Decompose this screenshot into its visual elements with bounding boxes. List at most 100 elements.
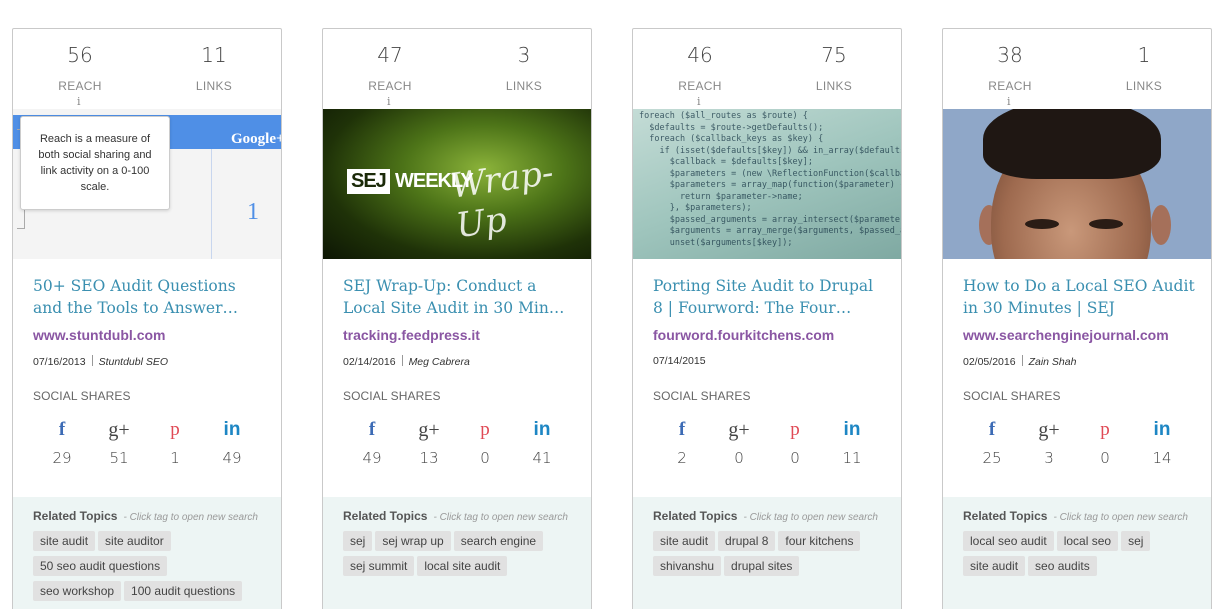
links-stat: 75 LINKS	[779, 29, 889, 93]
article-domain-link[interactable]: www.stuntdubl.com	[33, 327, 265, 343]
pinterest-count: 1	[170, 449, 180, 467]
linkedin-icon: in	[223, 419, 241, 440]
facebook-share[interactable]: f 49	[352, 419, 392, 467]
topic-tag[interactable]: drupal 8	[718, 531, 776, 551]
result-card: 47 REACH 3 LINKS i SEJ WEEKLY Wrap-Up SE…	[322, 28, 592, 609]
linkedin-icon: in	[533, 419, 551, 440]
facebook-icon: f	[678, 419, 686, 440]
linkedin-icon: in	[843, 419, 861, 440]
article-domain-link[interactable]: www.searchenginejournal.com	[963, 327, 1195, 343]
links-value: 1	[1137, 43, 1151, 67]
googleplus-count: 3	[1044, 449, 1054, 467]
article-domain-link[interactable]: tracking.feedpress.it	[343, 327, 575, 343]
article-meta: 07/16/2013 Stuntdubl SEO	[33, 355, 265, 369]
topic-tag[interactable]: four kitchens	[778, 531, 861, 551]
meta-separator	[401, 355, 403, 366]
linkedin-count: 11	[842, 449, 862, 467]
links-stat: 11 LINKS	[159, 29, 269, 93]
article-date: 07/16/2013	[33, 356, 86, 368]
related-topics: Related Topics - Click tag to open new se…	[13, 497, 281, 609]
facebook-share[interactable]: f 29	[42, 419, 82, 467]
topic-tag[interactable]: 50 seo audit questions	[33, 556, 168, 576]
pinterest-share[interactable]: p0	[775, 419, 815, 467]
social-shares: f2 g+ 0 p0 in 11	[633, 419, 901, 479]
googleplus-share[interactable]: g+ 0	[719, 419, 759, 467]
reach-label: REACH	[58, 79, 102, 93]
article-title-link[interactable]: SEJ Wrap-Up: Conduct a Local Site Audit …	[343, 275, 575, 319]
card-body: Porting Site Audit to Drupal 8 | Fourwor…	[653, 275, 885, 403]
facebook-count: 2	[677, 449, 687, 467]
googleplus-count: 13	[419, 449, 439, 467]
links-stat: 1 LINKS	[1089, 29, 1199, 93]
result-card: 38 REACH 1 LINKS i How to Do a Local SEO…	[942, 28, 1212, 609]
facebook-share[interactable]: f2	[662, 419, 702, 467]
topic-tag[interactable]: local seo	[1056, 531, 1119, 551]
topic-tag[interactable]: seo audits	[1028, 556, 1097, 576]
article-thumbnail[interactable]: Google+ 1 Reach is a measure of both soc…	[13, 109, 281, 259]
googleplus-share[interactable]: g+ 51	[99, 419, 139, 467]
article-title-link[interactable]: How to Do a Local SEO Audit in 30 Minute…	[963, 275, 1195, 319]
topic-tag[interactable]: shivanshu	[653, 556, 722, 576]
links-value: 3	[517, 43, 531, 67]
article-thumbnail[interactable]: SEJ WEEKLY Wrap-Up	[323, 109, 591, 259]
googleplus-share[interactable]: g+ 3	[1029, 419, 1069, 467]
related-topics-heading: Related Topics - Click tag to open new se…	[963, 509, 1191, 523]
reach-tooltip: Reach is a measure of both social sharin…	[20, 116, 170, 210]
topic-tag[interactable]: sej summit	[343, 556, 415, 576]
info-icon[interactable]: i	[1007, 95, 1011, 108]
facebook-icon: f	[58, 419, 66, 440]
topic-tag[interactable]: sej wrap up	[375, 531, 451, 551]
topic-tag[interactable]: site audit	[653, 531, 716, 551]
meta-separator	[1021, 355, 1023, 366]
reach-value: 56	[67, 43, 93, 67]
result-card: 56 REACH 11 LINKS i Google+ 1 Reach is a…	[12, 28, 282, 609]
social-shares: f 49 g+ 13 p0 in 41	[323, 419, 591, 479]
topic-tag[interactable]: drupal sites	[724, 556, 800, 576]
related-topics-heading: Related Topics - Click tag to open new se…	[33, 509, 261, 523]
topic-tag[interactable]: seo workshop	[33, 581, 122, 601]
thumbnail-google-text: Google+	[231, 131, 281, 147]
topic-tag[interactable]: site audit	[33, 531, 96, 551]
article-thumbnail[interactable]	[943, 109, 1211, 259]
googleplus-count: 51	[109, 449, 129, 467]
topic-tag[interactable]: 100 audit questions	[124, 581, 243, 601]
related-topics-title: Related Topics	[33, 509, 118, 523]
linkedin-share[interactable]: in 11	[832, 419, 872, 467]
reach-value: 46	[687, 43, 713, 67]
article-title-link[interactable]: 50+ SEO Audit Questions and the Tools to…	[33, 275, 265, 319]
info-icon[interactable]: i	[77, 95, 81, 108]
topic-tag[interactable]: local site audit	[417, 556, 508, 576]
reach-stat: 47 REACH	[335, 29, 445, 93]
linkedin-share[interactable]: in 49	[212, 419, 252, 467]
linkedin-share[interactable]: in 41	[522, 419, 562, 467]
linkedin-share[interactable]: in 14	[1142, 419, 1182, 467]
portrait-eye	[1025, 219, 1059, 229]
card-stats: 46 REACH 75 LINKS i	[633, 29, 901, 109]
topic-tag[interactable]: site audit	[963, 556, 1026, 576]
topic-tag[interactable]: search engine	[453, 531, 544, 551]
article-title-link[interactable]: Porting Site Audit to Drupal 8 | Fourwor…	[653, 275, 885, 319]
googleplus-share[interactable]: g+ 13	[409, 419, 449, 467]
facebook-share[interactable]: f 25	[972, 419, 1012, 467]
links-label: LINKS	[195, 79, 233, 93]
card-body: SEJ Wrap-Up: Conduct a Local Site Audit …	[343, 275, 575, 403]
topic-tag[interactable]: sej	[343, 531, 373, 551]
article-domain-link[interactable]: fourword.fourkitchens.com	[653, 327, 885, 343]
pinterest-share[interactable]: p0	[1085, 419, 1125, 467]
thumbnail-sej-text: SEJ	[347, 169, 390, 194]
pinterest-share[interactable]: p0	[465, 419, 505, 467]
info-icon[interactable]: i	[697, 95, 701, 108]
portrait-hair	[983, 109, 1161, 179]
social-shares: f 25 g+ 3 p0 in 14	[943, 419, 1211, 479]
article-thumbnail[interactable]: foreach ($all_routes as $route) { $defau…	[633, 109, 901, 259]
topic-tag[interactable]: site auditor	[98, 531, 171, 551]
thumbnail-wrapup-text: Wrap-Up	[448, 152, 556, 247]
card-body: 50+ SEO Audit Questions and the Tools to…	[33, 275, 265, 403]
related-topics-hint: - Click tag to open new search	[1053, 512, 1188, 523]
pinterest-share[interactable]: p1	[155, 419, 195, 467]
reach-label: REACH	[368, 79, 412, 93]
facebook-count: 49	[362, 449, 382, 467]
topic-tag[interactable]: sej	[1121, 531, 1151, 551]
topic-tag[interactable]: local seo audit	[963, 531, 1054, 551]
info-icon[interactable]: i	[387, 95, 391, 108]
